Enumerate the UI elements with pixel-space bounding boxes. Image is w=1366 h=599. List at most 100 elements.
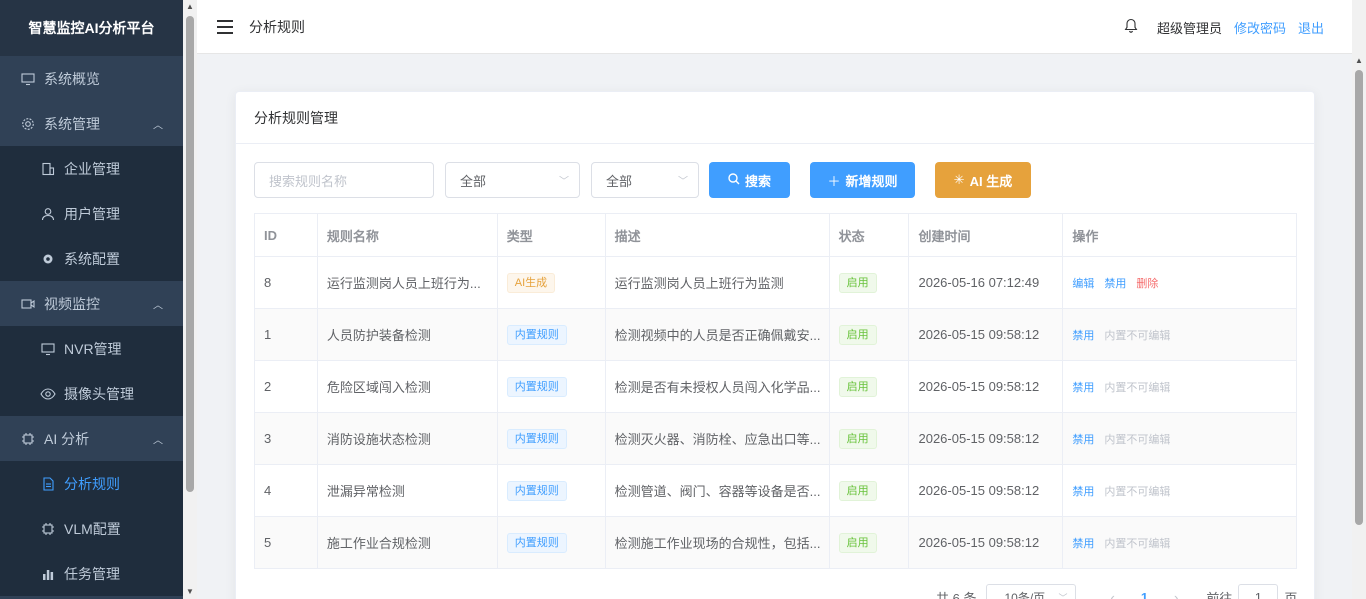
bar-chart-icon bbox=[40, 566, 56, 582]
sidebar-item-5[interactable]: 视频监控 ︿ bbox=[0, 281, 183, 326]
sidebar-item-label: 企业管理 bbox=[64, 160, 120, 177]
sidebar-item-6[interactable]: NVR管理 bbox=[0, 326, 183, 371]
type-tag: 内置规则 bbox=[506, 428, 567, 449]
status-badge: 启用 bbox=[838, 376, 877, 397]
type-tag: 内置规则 bbox=[506, 324, 567, 345]
cell-status: 启用 bbox=[829, 464, 910, 517]
page-scrollbar[interactable]: ▲ bbox=[1352, 0, 1366, 599]
type-tag: 内置规则 bbox=[506, 532, 567, 553]
disable-link[interactable]: 禁用 bbox=[1072, 434, 1094, 446]
sidebar-scrollbar[interactable]: ▲ ▼ bbox=[183, 0, 197, 599]
cell-name: 危险区域闯入检测 bbox=[317, 360, 498, 413]
builtin-not-editable-text: 内置不可编辑 bbox=[1104, 537, 1171, 550]
hamburger-icon[interactable] bbox=[217, 19, 233, 34]
sidebar-item-label: 任务管理 bbox=[64, 565, 120, 582]
sidebar-item-label: AI 分析 bbox=[44, 430, 90, 447]
page-size-select[interactable]: 10条/页 ﹀ bbox=[986, 584, 1077, 599]
logout-link[interactable]: 退出 bbox=[1298, 18, 1324, 37]
chevron-up-icon: ︿ bbox=[153, 120, 163, 131]
username: 超级管理员 bbox=[1156, 20, 1222, 36]
navbar-right: 超级管理员 修改密码 退出 bbox=[1123, 0, 1336, 54]
top-navbar: 分析规则 超级管理员 修改密码 退出 bbox=[197, 0, 1352, 54]
chevron-down-icon: ﹀ bbox=[678, 176, 688, 188]
cell-desc: 检测管道、阀门、容器等设备是否... bbox=[605, 464, 830, 517]
status-filter-select[interactable]: 全部 ﹀ bbox=[591, 162, 699, 198]
goto-page-input[interactable]: 1 bbox=[1238, 584, 1279, 599]
user-icon bbox=[40, 206, 56, 222]
sidebar-item-label: 视频监控 bbox=[44, 295, 100, 312]
sidebar-item-7[interactable]: 摄像头管理 bbox=[0, 371, 183, 416]
sidebar-item-label: 用户管理 bbox=[64, 205, 120, 222]
sparkle-icon: ✳ bbox=[953, 172, 965, 187]
col-ops: 操作 bbox=[1062, 213, 1297, 257]
cell-ops: 禁用 内置不可编辑 bbox=[1062, 308, 1297, 361]
add-rule-button[interactable]: ＋ 新增规则 bbox=[810, 162, 915, 198]
gear-icon bbox=[20, 116, 36, 132]
edit-link[interactable]: 编辑 bbox=[1072, 278, 1094, 290]
disable-link[interactable]: 禁用 bbox=[1072, 330, 1094, 342]
disable-link[interactable]: 禁用 bbox=[1072, 486, 1094, 498]
chip-icon bbox=[40, 521, 56, 537]
sidebar-item-4[interactable]: 系统配置 bbox=[0, 236, 183, 281]
monitor-icon bbox=[20, 71, 36, 87]
col-type: 类型 bbox=[497, 213, 606, 257]
status-badge: 启用 bbox=[838, 480, 877, 501]
pagination: 共 6 条 10条/页 ﹀ ‹ 1 › 前往 1 页 bbox=[936, 583, 1297, 599]
next-page-icon[interactable]: › bbox=[1174, 590, 1178, 599]
cell-name: 人员防护装备检测 bbox=[317, 308, 498, 361]
page-number-current[interactable]: 1 bbox=[1141, 590, 1148, 599]
sidebar-item-label: VLM配置 bbox=[64, 520, 121, 537]
cell-id: 4 bbox=[254, 464, 318, 517]
scroll-up-icon[interactable]: ▲ bbox=[186, 2, 194, 11]
sidebar-item-label: 分析规则 bbox=[64, 475, 120, 492]
building-icon bbox=[40, 161, 56, 177]
builtin-not-editable-text: 内置不可编辑 bbox=[1104, 381, 1171, 394]
table-row: 8 运行监测岗人员上班行为... AI生成 运行监测岗人员上班行为监测 启用 2026-0… bbox=[254, 256, 1297, 309]
type-tag: 内置规则 bbox=[506, 480, 567, 501]
col-created: 创建时间 bbox=[908, 213, 1064, 257]
cell-created: 2026-05-15 09:58:12 bbox=[908, 308, 1064, 361]
cell-created: 2026-05-15 09:58:12 bbox=[908, 464, 1064, 517]
disable-link[interactable]: 禁用 bbox=[1072, 538, 1094, 550]
search-icon bbox=[728, 172, 740, 188]
sidebar-menu: 系统概览 系统管理 ︿ 企业管理 用户管理 系统配置 视频监控 ︿ NVR管理 摄像头管理 AI 分… bbox=[0, 56, 183, 596]
change-password-link[interactable]: 修改密码 bbox=[1234, 18, 1286, 37]
cog-icon bbox=[40, 251, 56, 267]
sidebar-item-3[interactable]: 用户管理 bbox=[0, 191, 183, 236]
disable-link[interactable]: 禁用 bbox=[1104, 278, 1126, 290]
sidebar-item-1[interactable]: 系统管理 ︿ bbox=[0, 101, 183, 146]
search-input[interactable]: 搜索规则名称 bbox=[254, 162, 434, 198]
col-desc: 描述 bbox=[605, 213, 830, 257]
cell-ops: 禁用 内置不可编辑 bbox=[1062, 464, 1297, 517]
goto-label: 前往 bbox=[1206, 590, 1233, 599]
sidebar-item-2[interactable]: 企业管理 bbox=[0, 146, 183, 191]
cell-created: 2026-05-15 09:58:12 bbox=[908, 516, 1064, 569]
scroll-down-icon[interactable]: ▼ bbox=[186, 587, 194, 596]
sidebar-item-label: NVR管理 bbox=[64, 340, 122, 357]
table-row: 4 泄漏异常检测 内置规则 检测管道、阀门、容器等设备是否... 启用 2026-05-1… bbox=[254, 464, 1297, 517]
sidebar-scroll-thumb[interactable] bbox=[186, 16, 194, 492]
delete-link[interactable]: 删除 bbox=[1136, 278, 1158, 290]
page-size-value: 10条/页 bbox=[1004, 590, 1046, 599]
cell-ops: 禁用 内置不可编辑 bbox=[1062, 360, 1297, 413]
table-row: 2 危险区域闯入检测 内置规则 检测是否有未授权人员闯入化学品... 启用 2026-05… bbox=[254, 360, 1297, 413]
app-root: 智慧监控AI分析平台 系统概览 系统管理 ︿ 企业管理 用户管理 系统配置 视频监控 ︿ NVR… bbox=[0, 0, 1366, 599]
prev-page-icon[interactable]: ‹ bbox=[1110, 590, 1114, 599]
sidebar-item-10[interactable]: VLM配置 bbox=[0, 506, 183, 551]
sidebar-item-11[interactable]: 任务管理 bbox=[0, 551, 183, 596]
sidebar-item-0[interactable]: 系统概览 bbox=[0, 56, 183, 101]
chip-icon bbox=[20, 431, 36, 447]
sidebar-item-8[interactable]: AI 分析 ︿ bbox=[0, 416, 183, 461]
page-scroll-thumb[interactable] bbox=[1355, 70, 1363, 525]
search-button[interactable]: 搜索 bbox=[709, 162, 790, 198]
bell-icon[interactable] bbox=[1123, 18, 1139, 37]
chevron-down-icon: ﹀ bbox=[559, 176, 569, 188]
sidebar-item-9[interactable]: 分析规则 bbox=[0, 461, 183, 506]
ai-generate-button[interactable]: ✳ AI 生成 bbox=[935, 162, 1031, 198]
cell-ops: 禁用 内置不可编辑 bbox=[1062, 516, 1297, 569]
type-filter-select[interactable]: 全部 ﹀ bbox=[445, 162, 580, 198]
scroll-up-icon[interactable]: ▲ bbox=[1355, 56, 1363, 65]
cell-status: 启用 bbox=[829, 360, 910, 413]
disable-link[interactable]: 禁用 bbox=[1072, 382, 1094, 394]
cell-name: 运行监测岗人员上班行为... bbox=[317, 256, 498, 309]
